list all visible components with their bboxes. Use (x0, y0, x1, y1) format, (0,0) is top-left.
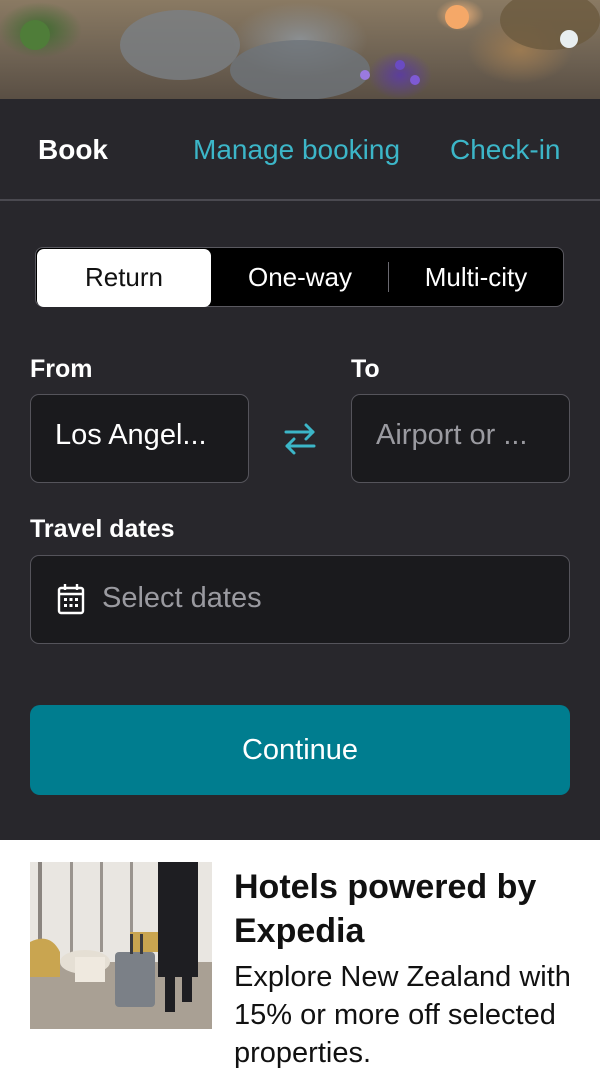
tab-check-in[interactable]: Check-in (450, 133, 560, 167)
to-label: To (351, 355, 380, 383)
swap-arrows-icon[interactable] (280, 421, 320, 457)
from-field[interactable]: Los Angel... (30, 394, 249, 483)
trip-type-one-way[interactable]: One-way (212, 248, 388, 306)
from-label: From (30, 355, 93, 383)
travel-dates-label: Travel dates (30, 515, 175, 543)
tab-book[interactable]: Book (38, 133, 108, 167)
promo-title[interactable]: Hotels powered by Expedia (234, 865, 584, 953)
calendar-icon (57, 583, 85, 615)
tab-manage-booking[interactable]: Manage booking (193, 133, 400, 167)
continue-button[interactable]: Continue (30, 705, 570, 795)
hero-image (0, 0, 600, 99)
booking-panel: Book Manage booking Check-in Return One-… (0, 99, 600, 840)
travel-dates-placeholder: Select dates (102, 582, 262, 614)
booking-tabs: Book Manage booking Check-in (0, 99, 600, 201)
promo-description: Explore New Zealand with 15% or more off… (234, 961, 571, 1069)
trip-type-return[interactable]: Return (37, 249, 211, 307)
travel-dates-field[interactable]: Select dates (30, 555, 570, 644)
trip-type-selector: Return One-way Multi-city (35, 247, 564, 307)
to-field[interactable]: Airport or ... (351, 394, 570, 483)
trip-type-multi-city[interactable]: Multi-city (389, 248, 563, 306)
hotel-promo-image[interactable] (30, 862, 212, 1029)
